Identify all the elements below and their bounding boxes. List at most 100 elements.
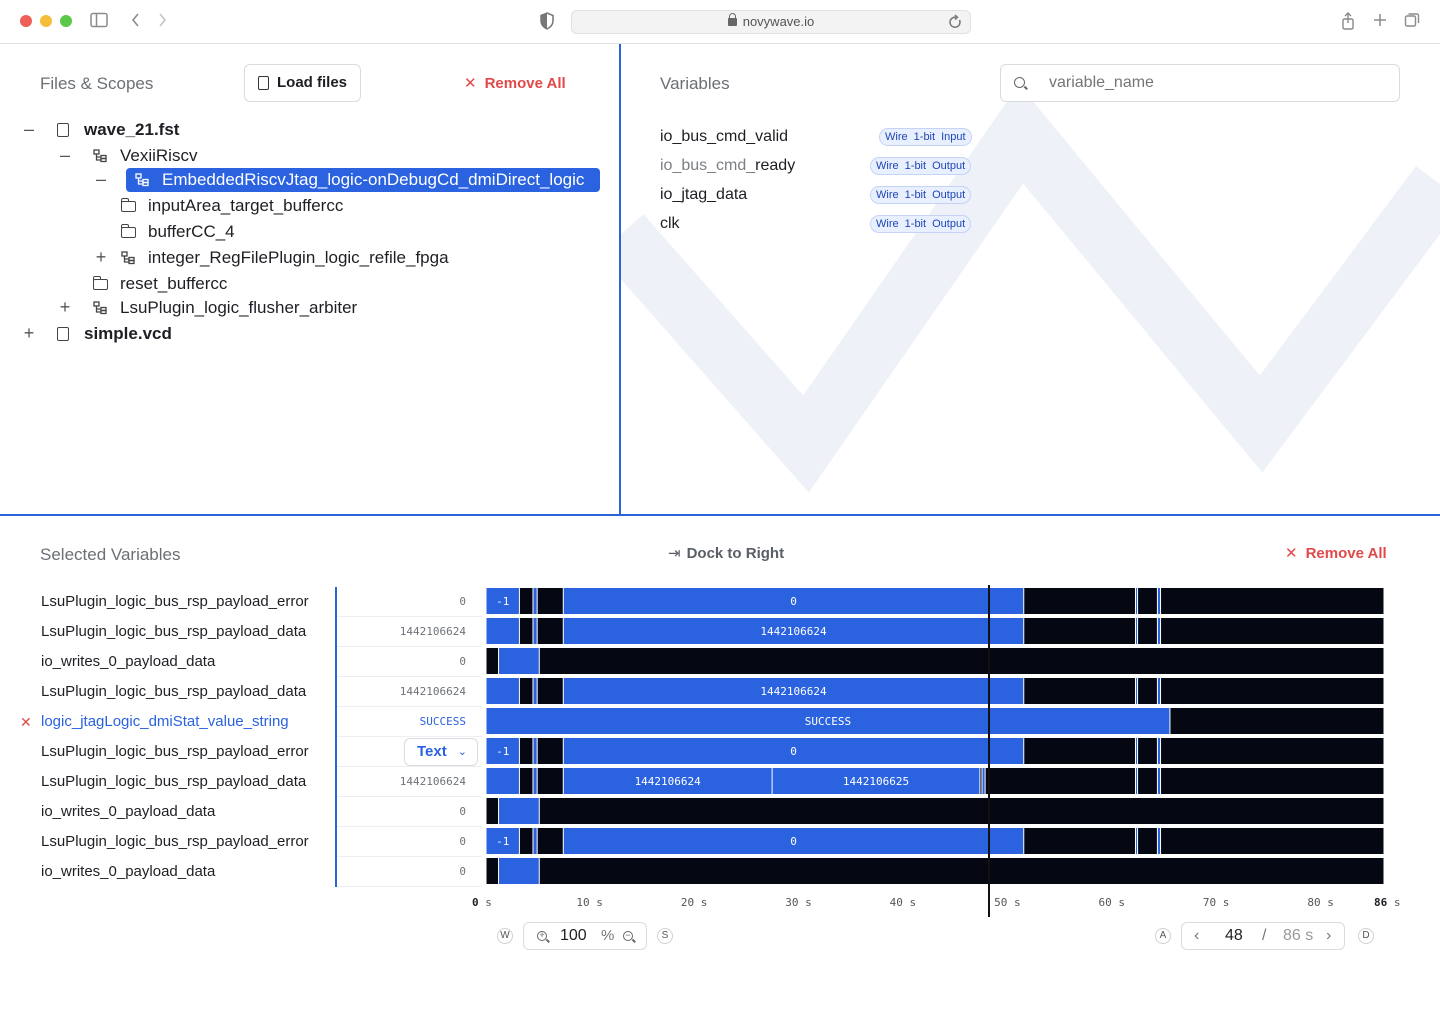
waveform-row[interactable]: -1 0 [486,588,1384,614]
share-icon[interactable] [1341,12,1355,35]
signal-idle-segment[interactable] [1024,678,1135,704]
variable-search-input[interactable] [1049,73,1379,93]
tree-scope-item[interactable]: integer_RegFilePlugin_logic_refile_fpga [148,246,449,270]
signal-value-segment[interactable] [1157,828,1161,854]
new-tab-icon[interactable] [1372,12,1388,33]
signal-idle-segment[interactable] [985,768,1135,794]
timeline-cursor[interactable] [987,585,990,917]
variable-item[interactable]: io_jtag_data [660,183,747,207]
signal-idle-segment[interactable] [537,738,563,764]
signal-idle-segment[interactable] [1138,828,1157,854]
signal-idle-segment[interactable] [1161,828,1384,854]
signal-value-segment[interactable] [1157,768,1161,794]
selected-variable-name[interactable]: LsuPlugin_logic_bus_rsp_payload_data [41,767,306,797]
reload-icon[interactable] [948,11,962,39]
cursor-time-value[interactable]: 48 [1225,923,1243,949]
tree-folder-item[interactable]: inputArea_target_buffercc [148,194,343,218]
signal-value-segment[interactable] [1135,768,1138,794]
zoom-value[interactable]: 100 [560,923,587,949]
format-select[interactable]: Text ⌄ [404,738,478,766]
selected-variable-name[interactable]: io_writes_0_payload_data [41,857,215,887]
waveform-row[interactable]: -1 0 [486,828,1384,854]
shield-icon[interactable] [539,12,555,35]
signal-value-segment[interactable] [1135,828,1138,854]
signal-idle-segment[interactable] [1024,588,1135,614]
signal-value-segment[interactable] [533,768,537,794]
signal-idle-segment[interactable] [1138,738,1157,764]
minimize-window-button[interactable] [40,15,52,27]
remove-all-files-button[interactable]: ✕ Remove All [464,74,566,92]
signal-idle-segment[interactable] [1024,828,1135,854]
tree-file-item[interactable]: simple.vcd [84,322,172,346]
selected-variable-name[interactable]: LsuPlugin_logic_bus_rsp_payload_error [41,587,309,617]
signal-value-segment[interactable] [533,618,537,644]
signal-idle-segment[interactable] [486,858,499,884]
signal-idle-segment[interactable] [1024,618,1135,644]
tree-scope-item[interactable]: EmbeddedRiscvJtag_logic-onDebugCd_dmiDir… [162,168,584,192]
waveform-row[interactable]: 1442106624 [486,678,1384,704]
signal-idle-segment[interactable] [1138,618,1157,644]
signal-value-segment[interactable] [499,648,539,674]
waveform-row[interactable]: SUCCESS [486,708,1384,734]
signal-idle-segment[interactable] [1138,768,1157,794]
selected-variable-name[interactable]: LsuPlugin_logic_bus_rsp_payload_error [41,827,309,857]
variable-item[interactable]: io_bus_cmd_ready [660,154,795,178]
zoom-in-icon[interactable]: + [537,931,547,941]
close-window-button[interactable] [20,15,32,27]
signal-value-segment[interactable] [486,618,519,644]
signal-idle-segment[interactable] [539,648,1384,674]
signal-value-segment[interactable] [486,768,519,794]
signal-idle-segment[interactable] [537,828,563,854]
remove-all-selected-button[interactable]: ✕ Remove All [1285,544,1387,562]
waveform-row[interactable]: 1442106624 [486,618,1384,644]
address-bar[interactable]: novywave.io [571,10,971,34]
tree-scope-item[interactable]: VexiiRiscv [120,144,197,168]
selected-variable-name[interactable]: io_writes_0_payload_data [41,647,215,677]
tree-folder-item[interactable]: reset_buffercc [120,272,227,296]
signal-idle-segment[interactable] [1161,618,1384,644]
signal-idle-segment[interactable] [486,648,499,674]
collapse-icon[interactable]: – [94,168,108,192]
waveform-canvas[interactable]: -1 0 1442106624 1442106624 SUCCESS -1 0 1442106… [486,587,1384,887]
signal-idle-segment[interactable] [1161,678,1384,704]
load-files-button[interactable]: Load files [244,64,361,102]
variable-item[interactable]: io_bus_cmd_valid [660,125,788,149]
signal-value-segment[interactable] [1157,618,1161,644]
tree-file-item[interactable]: wave_21.fst [84,118,179,142]
signal-value-segment[interactable] [533,588,537,614]
signal-value-segment[interactable] [1157,738,1161,764]
signal-idle-segment[interactable] [539,798,1384,824]
selected-variable-name[interactable]: io_writes_0_payload_data [41,797,215,827]
tree-scope-item[interactable]: LsuPlugin_logic_flusher_arbiter [120,296,357,320]
signal-idle-segment[interactable] [519,588,533,614]
chevron-right-icon[interactable]: › [1326,923,1331,949]
expand-icon[interactable]: + [22,322,36,346]
remove-variable-icon[interactable]: ✕ [20,707,32,737]
signal-idle-segment[interactable] [537,618,563,644]
signal-idle-segment[interactable] [486,798,499,824]
chevron-left-icon[interactable]: ‹ [1194,923,1199,949]
signal-value-segment[interactable] [533,828,537,854]
sidebar-toggle-icon[interactable] [90,12,108,33]
waveform-row[interactable]: 1442106624 1442106625 [486,768,1384,794]
signal-idle-segment[interactable] [537,678,563,704]
signal-idle-segment[interactable] [539,858,1384,884]
selected-variable-name[interactable]: logic_jtagLogic_dmiStat_value_string ✕ [20,707,289,737]
maximize-window-button[interactable] [60,15,72,27]
signal-idle-segment[interactable] [1161,738,1384,764]
signal-value-segment[interactable] [499,858,539,884]
dock-to-right-button[interactable]: ⇥ Dock to Right [668,544,784,562]
waveform-row[interactable] [486,858,1384,884]
selected-variable-name[interactable]: LsuPlugin_logic_bus_rsp_payload_data [41,617,306,647]
signal-idle-segment[interactable] [537,768,563,794]
signal-idle-segment[interactable] [1161,768,1384,794]
signal-value-segment[interactable] [499,798,539,824]
collapse-icon[interactable]: – [58,144,72,168]
collapse-icon[interactable]: – [22,118,36,142]
signal-idle-segment[interactable] [1024,738,1135,764]
expand-icon[interactable]: + [58,296,72,320]
forward-icon[interactable] [156,12,168,33]
back-icon[interactable] [130,12,142,33]
signal-idle-segment[interactable] [519,738,533,764]
tree-folder-item[interactable]: bufferCC_4 [148,220,235,244]
